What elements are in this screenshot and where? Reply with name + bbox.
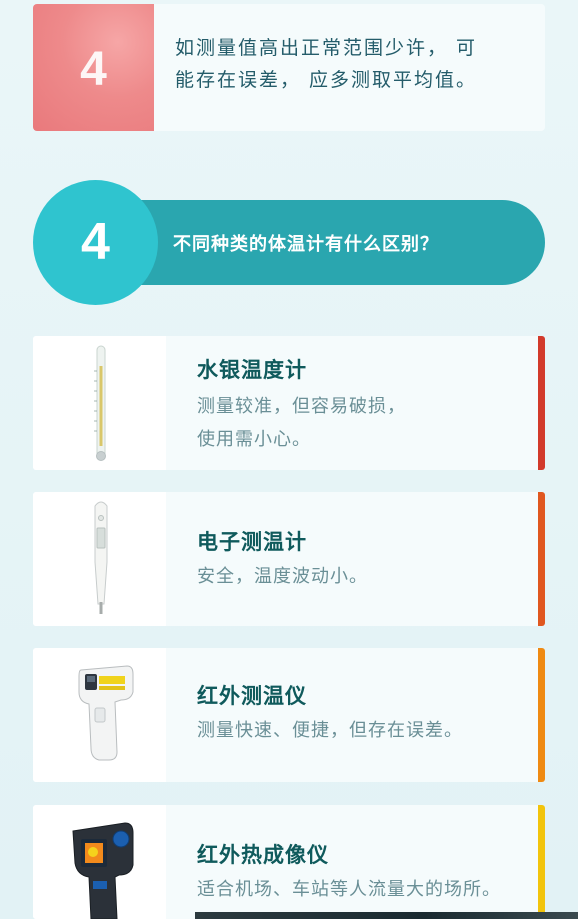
tip-number: 4	[80, 43, 107, 96]
section-number: 4	[81, 213, 110, 271]
next-section-image-edge	[195, 912, 578, 919]
description-line2: 使用需小心。	[197, 429, 311, 450]
thermometer-card-mercury: 水银温度计 测量较准，但容易破损， 使用需小心。	[33, 336, 545, 470]
thermometer-name: 电子测温计	[197, 530, 307, 554]
thermometer-name: 水银温度计	[197, 358, 307, 382]
thermometer-description: 适合机场、车站等人流量大的场所。	[197, 873, 542, 906]
description-line1: 测量较准，但容易破损，	[197, 396, 406, 417]
section-title: 不同种类的体温计有什么区别？	[173, 234, 439, 255]
digital-thermometer-icon	[33, 492, 166, 626]
accent-bar	[538, 336, 545, 470]
accent-bar	[538, 805, 545, 919]
thermal-imager-icon	[33, 805, 166, 919]
thermometer-card-digital: 电子测温计 安全，温度波动小。	[33, 492, 545, 626]
description-line1: 安全，温度波动小。	[197, 566, 368, 587]
accent-bar	[538, 492, 545, 626]
section-header: 4 不同种类的体温计有什么区别？	[33, 180, 545, 305]
thermometer-name: 红外热成像仪	[197, 843, 329, 867]
thermometer-card-thermal: 红外热成像仪 适合机场、车站等人流量大的场所。	[33, 805, 545, 919]
description-line1: 测量快速、便捷，但存在误差。	[197, 720, 463, 741]
tip-thumbnail: 4	[33, 4, 154, 131]
thermometer-description: 测量快速、便捷，但存在误差。	[197, 714, 537, 747]
infrared-thermometer-icon	[33, 648, 166, 782]
thermometer-description: 安全，温度波动小。	[197, 560, 537, 593]
thermometer-name: 红外测温仪	[197, 684, 307, 708]
mercury-thermometer-icon	[33, 336, 166, 470]
tip-text-line2: 能存在误差， 应多测取平均值。	[175, 69, 478, 91]
accent-bar	[538, 648, 545, 782]
thermometer-card-infrared: 红外测温仪 测量快速、便捷，但存在误差。	[33, 648, 545, 782]
section-number-badge: 4	[33, 180, 158, 305]
tip-text: 如测量值高出正常范围少许， 可 能存在误差， 应多测取平均值。	[175, 32, 525, 96]
tip-text-line1: 如测量值高出正常范围少许， 可	[175, 37, 478, 59]
tip-card: 4 如测量值高出正常范围少许， 可 能存在误差， 应多测取平均值。	[33, 4, 545, 131]
description-line1: 适合机场、车站等人流量大的场所。	[197, 879, 501, 900]
thermometer-description: 测量较准，但容易破损， 使用需小心。	[197, 390, 537, 456]
